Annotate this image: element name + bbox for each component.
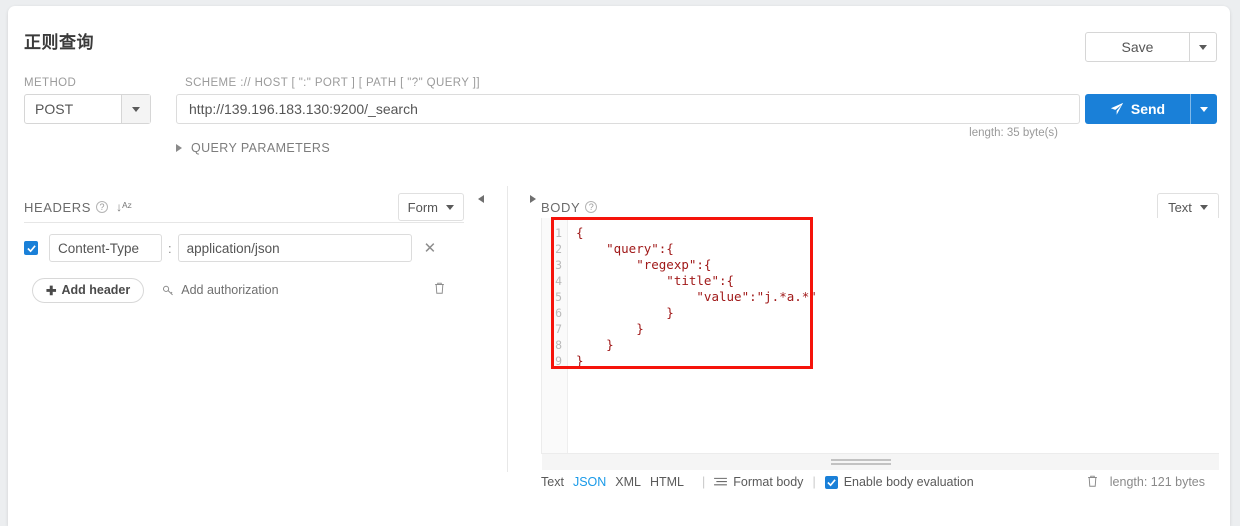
format-body-button[interactable]: Format body [714,475,803,489]
line-number: 5 [555,290,562,304]
method-select[interactable]: POST [24,94,151,124]
add-header-button[interactable]: ✚ Add header [32,277,145,303]
trash-icon [435,282,444,294]
headers-view-value: Form [407,199,438,215]
line-number: 6 [555,306,562,320]
method-value: POST [35,101,74,117]
body-status-bar: Text JSON XML HTML | Format body | Enabl… [541,470,1219,494]
collapse-right-icon[interactable] [530,195,536,203]
send-dropdown-toggle[interactable] [1190,94,1217,124]
clear-body-icon[interactable] [1086,474,1099,491]
add-authorization-label: Add authorization [181,283,279,297]
chevron-right-icon [176,144,182,152]
query-parameters-label: QUERY PARAMETERS [191,141,331,155]
query-parameters-toggle[interactable]: QUERY PARAMETERS [176,141,330,155]
method-label: METHOD [24,77,77,89]
line-number: 9 [555,354,562,368]
code-line[interactable]: } [576,353,1219,369]
chevron-down-icon [1199,204,1208,210]
header-value-input[interactable] [177,234,412,262]
url-label: SCHEME :// HOST [ ":" PORT ] [ PATH [ "?… [185,77,480,89]
header-colon: : [168,240,172,256]
sort-az-icon[interactable]: ↓ᴬᶻ [116,200,132,214]
line-number: 3 [555,258,562,272]
plus-icon: ✚ [46,283,57,298]
code-line[interactable]: } [576,321,1219,337]
code-line[interactable]: "title":{ [576,273,1219,289]
editor-code[interactable]: { "query":{ "regexp":{ "title":{ "value"… [568,218,1219,454]
clear-headers-icon[interactable] [433,281,446,300]
add-header-label: Add header [61,283,131,297]
scrollbar-thumb[interactable] [831,459,891,465]
paper-plane-icon [1110,102,1123,115]
remove-header-icon[interactable]: ✕ [424,241,437,256]
page-title: 正则查询 [24,33,94,52]
header-row: : ✕ [24,233,464,263]
save-dropdown-toggle[interactable] [1189,33,1216,61]
body-length-note: length: 121 bytes [1109,475,1205,489]
chevron-down-icon [1200,106,1208,112]
chevron-down-icon [1199,44,1207,50]
body-view-select[interactable]: Text [1157,193,1219,221]
line-number: 2 [555,242,562,256]
line-number: 1 [555,226,562,240]
status-separator: | [812,475,816,489]
format-lines-icon [714,477,728,485]
status-separator: | [702,475,706,489]
check-icon [827,478,836,486]
send-button[interactable]: Send [1085,94,1217,124]
request-card: 正则查询 Save METHOD POST SCHEME :// HOST [ … [8,6,1230,526]
header-enabled-checkbox[interactable] [24,241,38,255]
body-view-value: Text [1168,199,1192,215]
url-input[interactable] [176,94,1080,124]
format-option-html[interactable]: HTML [650,475,684,489]
headers-view-select[interactable]: Form [397,193,464,221]
chevron-down-icon [132,106,140,112]
headers-actions: ✚ Add header Add authorization [32,277,464,303]
key-icon [163,285,174,295]
pane-divider [507,186,508,472]
send-button-label: Send [1130,101,1166,117]
add-authorization-button[interactable]: Add authorization [162,283,279,297]
code-line[interactable]: "value":"j.*a.*" [576,289,1219,305]
trash-icon [1087,475,1097,487]
chevron-down-icon [446,204,454,210]
line-number: 8 [555,338,562,352]
method-dropdown-toggle[interactable] [121,95,150,123]
url-length-note: length: 35 byte(s) [969,127,1058,139]
format-option-text[interactable]: Text [541,475,564,489]
editor-line-numbers: 1 2 3 4 5 6 7 8 9 [542,218,568,454]
save-button-label: Save [1121,39,1154,55]
body-title: BODY [541,199,581,215]
headers-pane-header: HEADERS ? ↓ᴬᶻ Form [24,191,464,223]
collapse-left-icon[interactable] [478,195,484,203]
format-option-json[interactable]: JSON [573,475,606,489]
code-line[interactable]: "query":{ [576,241,1219,257]
line-number: 4 [555,274,562,288]
headers-title: HEADERS [24,199,92,215]
body-status-right: length: 121 bytes [1086,474,1205,491]
check-icon [26,244,36,252]
headers-divider [24,222,464,223]
format-option-xml[interactable]: XML [615,475,641,489]
enable-evaluation-label: Enable body evaluation [843,475,974,489]
code-line[interactable]: "regexp":{ [576,257,1219,273]
format-body-label: Format body [733,475,804,489]
code-line[interactable]: } [576,305,1219,321]
enable-evaluation-checkbox[interactable] [824,475,838,489]
code-line[interactable]: } [576,337,1219,353]
save-button[interactable]: Save [1085,32,1217,62]
editor-horizontal-scrollbar[interactable] [542,453,1219,470]
body-editor[interactable]: 1 2 3 4 5 6 7 8 9 { "query":{ "regexp":{ "title"… [541,218,1219,454]
code-line[interactable]: { [576,225,1219,241]
enable-body-evaluation-toggle[interactable]: Enable body evaluation [824,475,974,489]
send-button-label-wrap: Send [1085,94,1190,124]
help-icon[interactable]: ? [96,201,109,213]
header-key-input[interactable] [49,234,162,262]
help-icon[interactable]: ? [585,201,598,213]
line-number: 7 [555,322,562,336]
